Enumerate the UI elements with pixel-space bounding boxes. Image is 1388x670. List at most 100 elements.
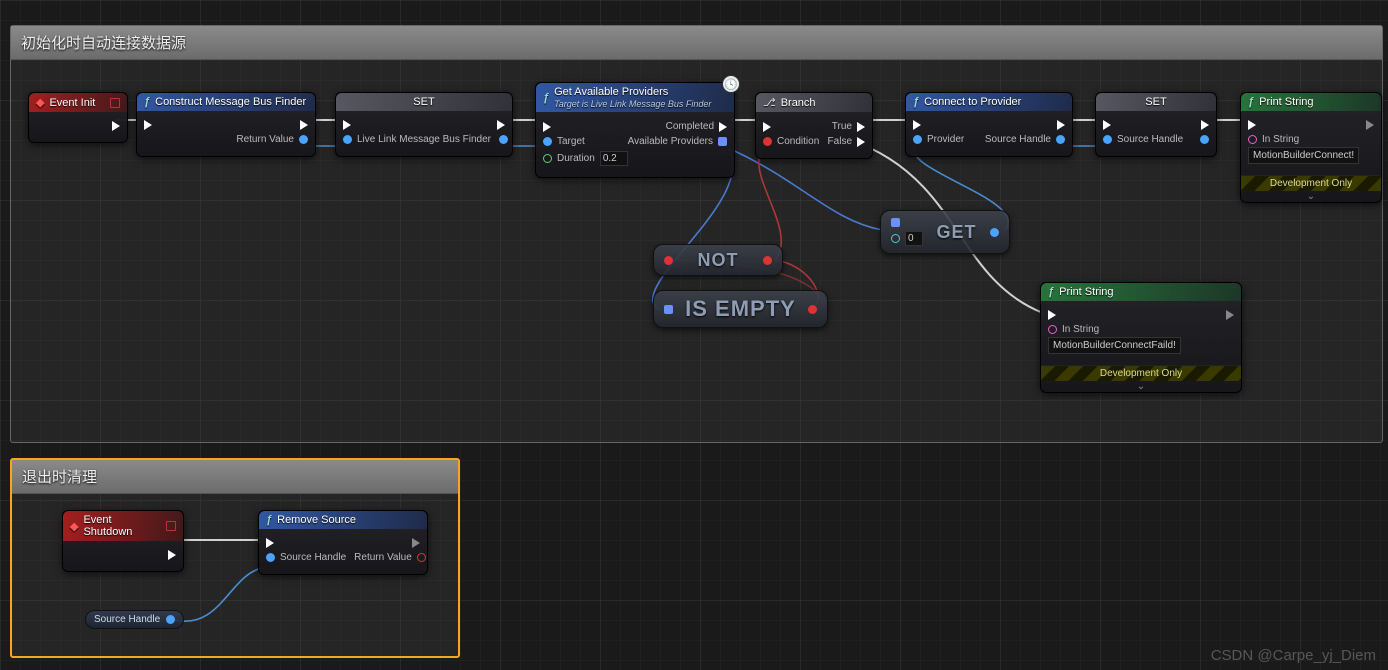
bool-in-pin[interactable] (664, 256, 673, 265)
latent-icon: 🕓 (722, 75, 740, 93)
node-title: Print String (1259, 96, 1313, 108)
node-header: ƒ Print String (1241, 93, 1381, 111)
node-event-shutdown[interactable]: ◆ Event Shutdown (62, 510, 184, 572)
node-event-init[interactable]: ◆ Event Init (28, 92, 128, 143)
node-title: Get Available Providers (554, 86, 668, 98)
return-value-pin[interactable]: Return Value (236, 134, 308, 145)
exec-in-pin[interactable] (543, 122, 551, 132)
value-out-pin[interactable] (499, 135, 508, 144)
exec-in-pin[interactable] (144, 120, 152, 130)
comment-title[interactable]: 退出时清理 (12, 460, 458, 494)
node-header: ƒ Print String (1041, 283, 1241, 301)
return-value-pin[interactable]: Return Value (354, 552, 426, 563)
source-handle-pin[interactable]: Source Handle (266, 552, 346, 563)
node-is-empty[interactable]: IS EMPTY (653, 290, 828, 328)
node-set-handle[interactable]: SET Source Handle (1095, 92, 1217, 157)
node-title: Event Shutdown (83, 514, 161, 538)
node-title: Event Init (49, 97, 95, 109)
exec-out-pin[interactable] (1366, 120, 1374, 130)
exec-out-pin[interactable] (300, 120, 308, 130)
bool-out-pin[interactable] (763, 256, 772, 265)
node-remove-source[interactable]: ƒ Remove Source Source Handle Return Val… (258, 510, 428, 575)
delegate-pin[interactable] (166, 521, 176, 531)
node-connect-provider[interactable]: ƒ Connect to Provider Provider Source Ha… (905, 92, 1073, 157)
node-header: SET (1096, 93, 1216, 111)
array-in-pin[interactable] (891, 218, 900, 227)
node-title: Connect to Provider (924, 96, 1021, 108)
target-pin[interactable]: Target (543, 136, 585, 147)
node-var-source-handle[interactable]: Source Handle (85, 610, 184, 629)
index-pin[interactable] (891, 231, 923, 246)
var-name: Source Handle (94, 614, 160, 625)
in-string-pin[interactable]: In String (1248, 134, 1299, 145)
exec-out-pin[interactable] (112, 121, 120, 131)
node-title: SET (1145, 96, 1166, 108)
value-out-pin[interactable] (1200, 135, 1209, 144)
exec-out-pin[interactable] (497, 120, 505, 130)
exec-out-pin[interactable] (1057, 120, 1065, 130)
duration-input[interactable] (600, 151, 628, 166)
array-in-pin[interactable] (664, 305, 673, 314)
exec-out-pin[interactable] (1201, 120, 1209, 130)
delegate-pin[interactable] (110, 98, 120, 108)
node-array-get[interactable]: GET (880, 210, 1010, 254)
node-header: SET (336, 93, 512, 111)
dev-only-banner: Development Only (1041, 365, 1241, 381)
exec-in-pin[interactable] (763, 122, 771, 132)
exec-in-pin[interactable] (913, 120, 921, 130)
node-get-providers[interactable]: 🕓 ƒ Get Available Providers Target is Li… (535, 82, 735, 178)
exec-out-pin[interactable] (1226, 310, 1234, 320)
exec-in-pin[interactable] (343, 120, 351, 130)
provider-pin[interactable]: Provider (913, 134, 964, 145)
node-title: GET (936, 222, 976, 243)
node-header: ƒ Connect to Provider (906, 93, 1072, 111)
item-out-pin[interactable] (990, 228, 999, 237)
node-title: Branch (781, 97, 816, 109)
node-print-string-2[interactable]: ƒ Print String In String MotionBuilderCo… (1040, 282, 1242, 393)
in-string-value[interactable]: MotionBuilderConnect! (1248, 147, 1359, 164)
in-string-value[interactable]: MotionBuilderConnectFaild! (1048, 337, 1181, 354)
node-print-string-1[interactable]: ƒ Print String In String MotionBuilderCo… (1240, 92, 1382, 203)
event-icon: ◆ (36, 96, 44, 109)
node-construct-finder[interactable]: ƒ Construct Message Bus Finder Return Va… (136, 92, 316, 157)
exec-in-pin[interactable] (1103, 120, 1111, 130)
function-icon: ƒ (266, 514, 272, 526)
bool-out-pin[interactable] (808, 305, 817, 314)
condition-pin[interactable]: Condition (763, 136, 819, 147)
expand-icon[interactable]: ⌄ (1041, 381, 1241, 392)
node-set-finder[interactable]: SET Live Link Message Bus Finder (335, 92, 513, 157)
duration-pin[interactable]: Duration (543, 151, 628, 166)
exec-out-pin[interactable] (168, 550, 176, 560)
node-header: ƒ Construct Message Bus Finder (137, 93, 315, 111)
exec-out-pin[interactable] (412, 538, 420, 548)
exec-in-pin[interactable] (1248, 120, 1256, 130)
completed-pin[interactable]: Completed (666, 121, 727, 132)
true-pin[interactable]: True (832, 121, 865, 132)
node-branch[interactable]: ⎇ Branch True Condition False (755, 92, 873, 159)
false-pin[interactable]: False (828, 136, 865, 147)
index-input[interactable] (905, 231, 923, 246)
node-header: ◆ Event Init (29, 93, 127, 112)
exec-in-pin[interactable] (1048, 310, 1056, 320)
value-out-pin[interactable] (166, 615, 175, 624)
watermark: CSDN @Carpe_yj_Diem (1211, 647, 1376, 664)
value-in-pin[interactable]: Live Link Message Bus Finder (343, 134, 491, 145)
source-handle-pin[interactable]: Source Handle (985, 134, 1065, 145)
branch-icon: ⎇ (763, 96, 776, 109)
function-icon: ƒ (543, 92, 549, 104)
function-icon: ƒ (144, 96, 150, 108)
in-string-pin[interactable]: In String (1048, 324, 1099, 335)
node-title: Remove Source (277, 514, 356, 526)
node-header: ƒ Get Available Providers Target is Live… (536, 83, 734, 112)
comment-title[interactable]: 初始化时自动连接数据源 (11, 26, 1382, 60)
node-title: IS EMPTY (685, 296, 796, 322)
function-icon: ƒ (1048, 286, 1054, 298)
node-subtitle: Target is Live Link Message Bus Finder (554, 99, 711, 109)
expand-icon[interactable]: ⌄ (1241, 191, 1381, 202)
exec-in-pin[interactable] (266, 538, 274, 548)
providers-pin[interactable]: Available Providers (628, 136, 727, 147)
node-header: ƒ Remove Source (259, 511, 427, 529)
node-not[interactable]: NOT (653, 244, 783, 276)
value-in-pin[interactable]: Source Handle (1103, 134, 1183, 145)
event-icon: ◆ (70, 520, 78, 533)
